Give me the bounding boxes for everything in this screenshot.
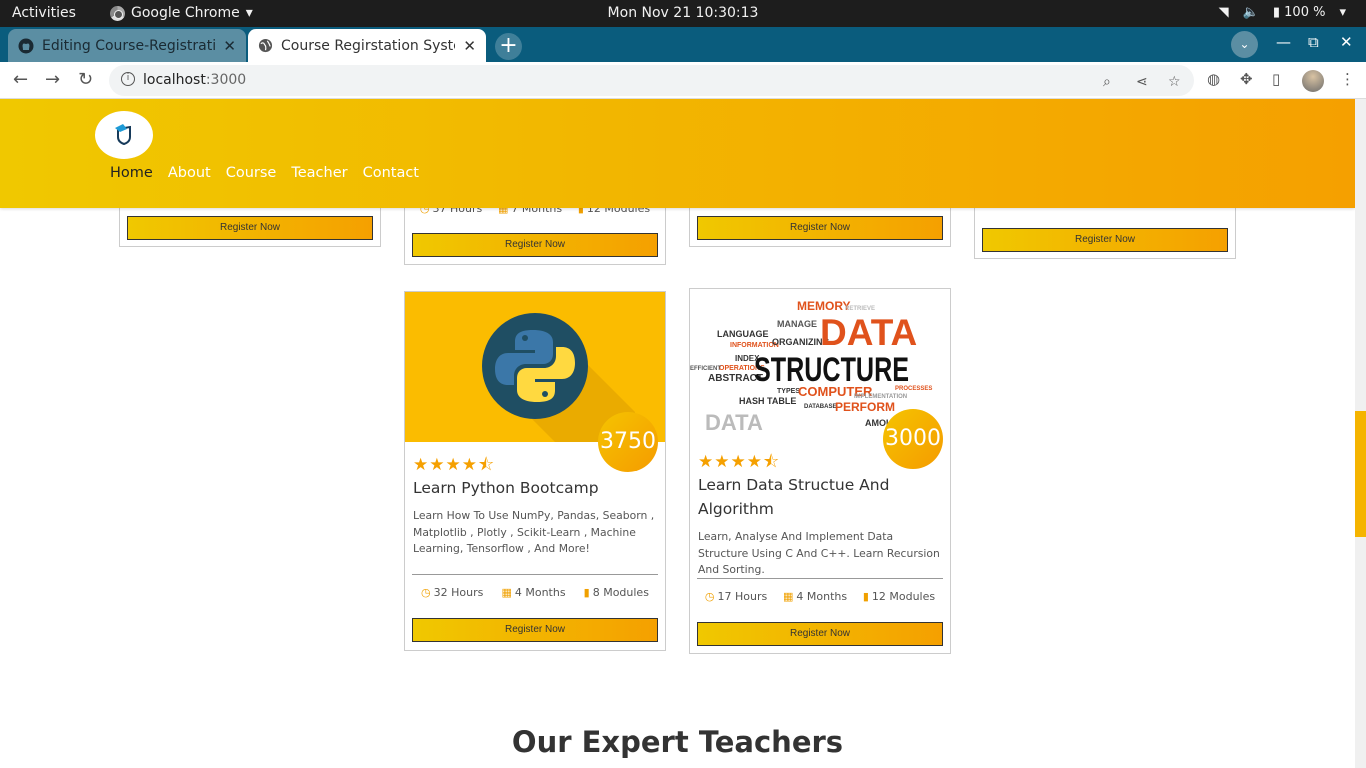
web-page: Home About Course Teacher Contact Regist… xyxy=(0,99,1355,768)
word: MANAGE xyxy=(777,319,817,329)
divider xyxy=(697,578,943,579)
close-window-icon[interactable]: ✕ xyxy=(1340,33,1353,51)
close-tab-icon[interactable]: ✕ xyxy=(223,37,236,55)
url-port: :3000 xyxy=(205,72,247,88)
book-icon: ▮ xyxy=(583,586,590,599)
register-now-button[interactable]: Register Now xyxy=(697,622,943,646)
tab-editing-course-registration[interactable]: Editing Course-Registration ✕ xyxy=(8,29,246,62)
price-badge: 3000 xyxy=(883,409,943,469)
tab-course-registration-system[interactable]: Course Regirstation System ✕ xyxy=(248,29,486,62)
word: HASH TABLE xyxy=(739,396,796,406)
scrollbar-thumb[interactable] xyxy=(1355,411,1366,537)
tab-strip: Editing Course-Registration ✕ Course Reg… xyxy=(0,27,1366,62)
register-now-button[interactable]: Register Now xyxy=(697,216,943,240)
word: EFFICIENT xyxy=(690,366,721,372)
share-icon[interactable]: ⋖ xyxy=(1136,74,1148,90)
battery-level: 100 % xyxy=(1284,5,1326,20)
hours-text: 32 Hours xyxy=(433,586,484,599)
site-nav: Home About Course Teacher Contact xyxy=(110,165,419,181)
months-text: 4 Months xyxy=(796,590,848,603)
extension-icon[interactable]: ◍ xyxy=(1207,70,1220,88)
nav-home[interactable]: Home xyxy=(110,165,153,181)
course-meta: ◷ 32 Hours ▦ 4 Months ▮ 8 Modules xyxy=(412,586,658,599)
site-header: Home About Course Teacher Contact xyxy=(0,99,1355,208)
url-host: localhost xyxy=(143,72,206,88)
course-card-data-structure: MEMORY RETRIEVE MANAGE LANGUAGE INFORMAT… xyxy=(689,288,951,654)
shield-logo-icon xyxy=(115,124,131,145)
word: DATABASE xyxy=(804,404,836,410)
os-top-bar: Activities Google Chrome ▾ Mon Nov 21 10… xyxy=(0,0,1366,27)
more-menu-icon[interactable]: ⋮ xyxy=(1340,70,1355,88)
url-text[interactable]: localhost:3000 xyxy=(143,72,246,88)
zoom-icon[interactable]: ⌕ xyxy=(1103,74,1111,90)
wifi-icon: ◥ xyxy=(1218,5,1229,20)
course-title[interactable]: Learn Python Bootcamp xyxy=(413,476,659,500)
site-logo[interactable] xyxy=(95,111,153,159)
meta-months: ▦ 4 Months xyxy=(501,586,565,599)
course-description: Learn How To Use NumPy, Pandas, Seaborn … xyxy=(413,509,655,555)
calendar-icon: ▦ xyxy=(782,590,794,603)
word: TYPES xyxy=(777,388,800,395)
system-tray[interactable]: ◥ 🔈 ▮ 100 % ▾ xyxy=(1219,5,1346,20)
reload-icon[interactable]: ↻ xyxy=(78,69,93,90)
word: DATA xyxy=(820,312,917,353)
close-tab-icon[interactable]: ✕ xyxy=(463,37,476,55)
register-now-button[interactable]: Register Now xyxy=(412,233,658,257)
profile-avatar[interactable] xyxy=(1302,70,1324,92)
meta-modules: ▮ 12 Modules xyxy=(863,590,935,603)
clock[interactable]: Mon Nov 21 10:30:13 xyxy=(0,5,1366,21)
nav-contact[interactable]: Contact xyxy=(363,165,419,181)
course-meta: ◷ 17 Hours ▦ 4 Months ▮ 12 Modules xyxy=(697,590,943,603)
globe-icon xyxy=(258,38,273,53)
meta-months: ▦ 4 Months xyxy=(783,590,847,603)
course-title[interactable]: Learn Data Structue And Algorithm xyxy=(698,473,944,521)
restore-icon[interactable]: ⧉ xyxy=(1308,33,1319,51)
calendar-icon: ▦ xyxy=(501,586,512,599)
puzzle-icon[interactable]: ✥ xyxy=(1240,70,1253,88)
site-info-icon[interactable]: i xyxy=(121,72,135,86)
modules-text: 12 Modules xyxy=(871,590,936,603)
battery-indicator: ▮ 100 % xyxy=(1273,5,1326,20)
tab-search-button[interactable]: ⌄ xyxy=(1231,31,1258,58)
hours-text: 17 Hours xyxy=(717,590,768,603)
book-icon: ▮ xyxy=(862,590,869,603)
word: LANGUAGE xyxy=(717,329,769,339)
back-arrow-icon[interactable]: ← xyxy=(13,69,28,90)
browser-toolbar: ← → ↻ i localhost:3000 ⌕ ⋖ ☆ ◍ ✥ ▯ ⋮ xyxy=(0,62,1366,99)
word: DATA xyxy=(705,410,763,435)
modules-text: 8 Modules xyxy=(592,586,649,599)
clock-icon: ◷ xyxy=(704,590,715,603)
bookmark-star-icon[interactable]: ☆ xyxy=(1168,74,1181,90)
github-icon xyxy=(18,38,34,53)
minimize-icon[interactable]: — xyxy=(1276,33,1291,51)
side-panel-icon[interactable]: ▯ xyxy=(1272,70,1280,88)
new-tab-button[interactable]: + xyxy=(495,33,522,60)
nav-course[interactable]: Course xyxy=(226,165,277,181)
word: PERFORM xyxy=(835,400,895,414)
tab-title: Editing Course-Registration xyxy=(42,37,216,54)
meta-hours: ◷ 32 Hours xyxy=(421,586,483,599)
forward-arrow-icon[interactable]: → xyxy=(45,69,60,90)
tab-title: Course Regirstation System xyxy=(281,37,455,54)
battery-icon: ▮ xyxy=(1272,5,1281,20)
chevron-down-icon: ▾ xyxy=(1339,5,1346,20)
meta-hours: ◷ 17 Hours xyxy=(705,590,767,603)
register-now-button[interactable]: Register Now xyxy=(982,228,1228,252)
word: PROCESSES xyxy=(895,386,932,392)
course-description: Learn, Analyse And Implement Data Struct… xyxy=(698,530,940,576)
months-text: 4 Months xyxy=(514,586,566,599)
divider xyxy=(412,574,658,575)
price-badge: 3750 xyxy=(598,412,658,472)
volume-icon: 🔈 xyxy=(1242,5,1259,20)
register-now-button[interactable]: Register Now xyxy=(412,618,658,642)
address-bar[interactable]: i localhost:3000 ⌕ ⋖ ☆ xyxy=(109,65,1194,96)
clock-icon: ◷ xyxy=(421,586,431,599)
nav-about[interactable]: About xyxy=(168,165,211,181)
word: MEMORY xyxy=(797,299,851,313)
course-card-python: 3750 ★★★★⯪ Learn Python Bootcamp Learn H… xyxy=(404,291,666,651)
register-now-button[interactable]: Register Now xyxy=(127,216,373,240)
teachers-section-heading: Our Expert Teachers xyxy=(511,725,844,759)
nav-teacher[interactable]: Teacher xyxy=(291,165,347,181)
meta-modules: ▮ 8 Modules xyxy=(584,586,649,599)
